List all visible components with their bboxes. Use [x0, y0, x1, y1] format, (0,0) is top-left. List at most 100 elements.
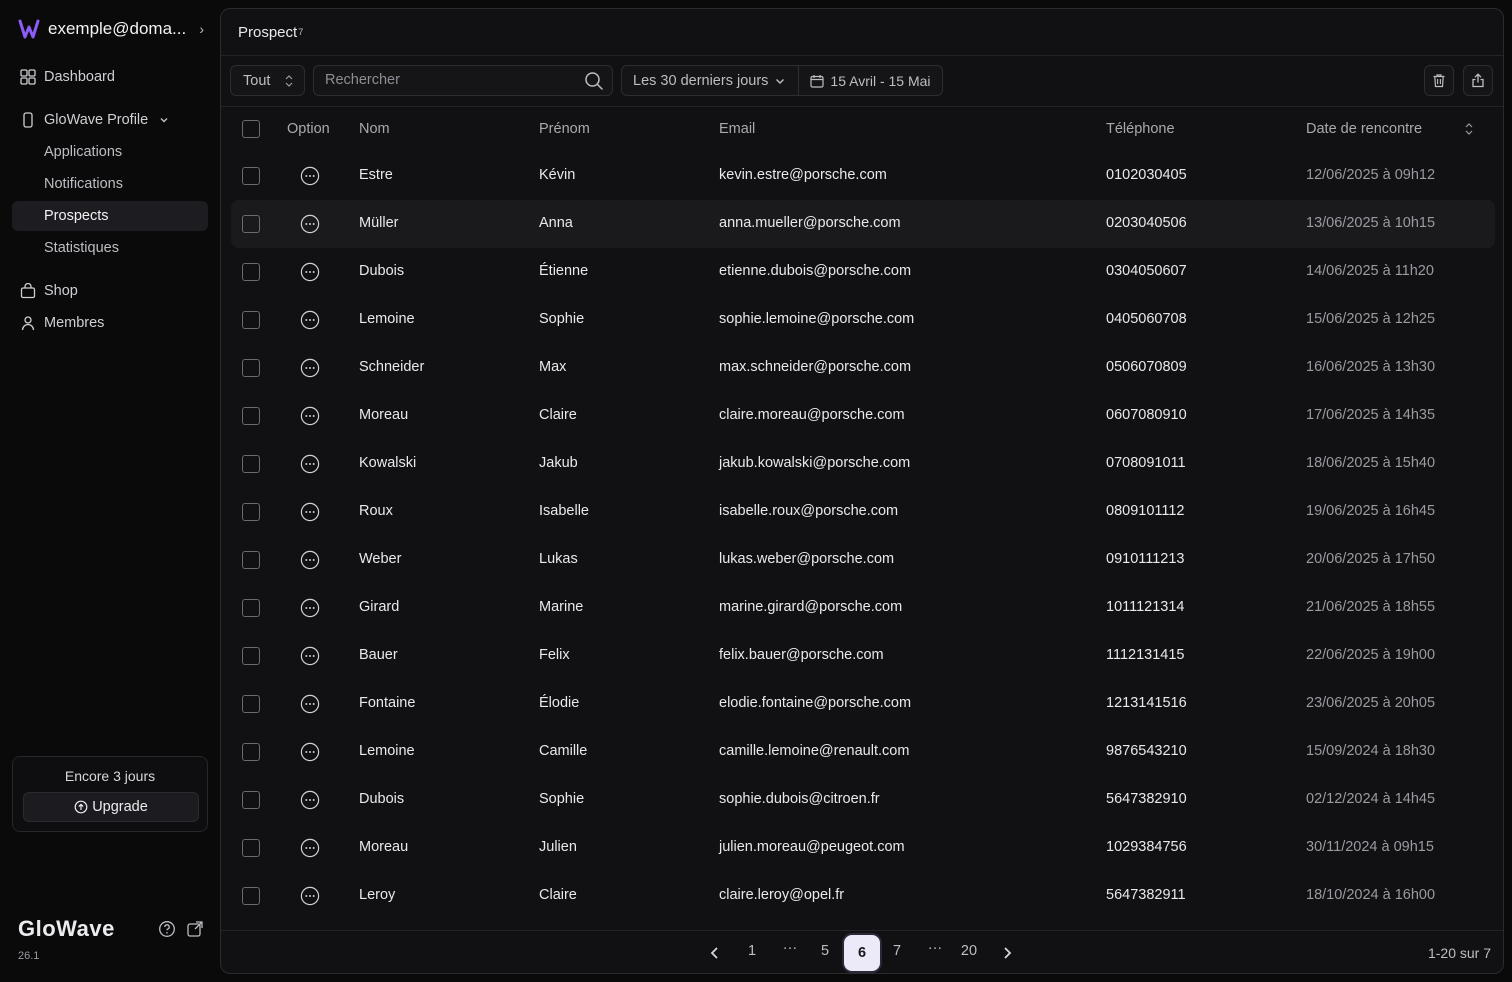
sidebar-item-applications[interactable]: Applications: [12, 137, 208, 167]
trash-icon: [1433, 74, 1445, 88]
column-header-nom[interactable]: Nom: [359, 121, 390, 137]
table-row[interactable]: Roux Isabelle isabelle.roux@porsche.com 080…: [231, 488, 1495, 536]
table-row[interactable]: Moreau Claire claire.moreau@porsche.com 060…: [231, 392, 1495, 440]
more-options-icon[interactable]: [300, 310, 320, 330]
more-options-icon[interactable]: [300, 694, 320, 714]
row-checkbox[interactable]: [242, 887, 260, 905]
more-options-icon[interactable]: [300, 454, 320, 474]
upgrade-button[interactable]: Upgrade: [23, 792, 199, 822]
row-checkbox[interactable]: [242, 791, 260, 809]
account-email: exemple@doma...: [48, 19, 187, 38]
table-row[interactable]: Leroy Claire claire.leroy@opel.fr 564738291…: [231, 872, 1495, 920]
row-checkbox[interactable]: [242, 743, 260, 761]
sidebar-item-notifications[interactable]: Notifications: [12, 169, 208, 199]
table-row[interactable]: Kowalski Jakub jakub.kowalski@porsche.com 0…: [231, 440, 1495, 488]
page-button-1[interactable]: 1: [745, 943, 759, 959]
page-button-7[interactable]: 7: [890, 943, 904, 959]
sort-icon[interactable]: [1464, 122, 1474, 136]
sidebar-item-membres[interactable]: Membres: [12, 308, 208, 338]
page-button-20[interactable]: 20: [958, 943, 980, 959]
help-icon[interactable]: [158, 920, 176, 941]
select-all-checkbox[interactable]: [242, 120, 260, 138]
search-input[interactable]: [325, 72, 575, 88]
table-row[interactable]: Estre Kévin kevin.estre@porsche.com 0102030…: [231, 152, 1495, 200]
table-row[interactable]: Bauer Felix felix.bauer@porsche.com 1112131…: [231, 632, 1495, 680]
row-checkbox[interactable]: [242, 551, 260, 569]
cell-email: elodie.fontaine@porsche.com: [719, 695, 912, 711]
search-field[interactable]: [313, 65, 613, 96]
more-options-icon[interactable]: [300, 166, 320, 186]
table-header: Option Nom Prénom Email Téléphone Date d…: [221, 108, 1503, 152]
filter-select[interactable]: Tout: [230, 65, 305, 96]
sidebar-item-prospects[interactable]: Prospects: [12, 201, 208, 231]
table-row[interactable]: Girard Marine marine.girard@porsche.com 101…: [231, 584, 1495, 632]
row-checkbox[interactable]: [242, 599, 260, 617]
table-row[interactable]: Fontaine Élodie elodie.fontaine@porsche.co…: [231, 680, 1495, 728]
footer-icons: [158, 920, 204, 941]
cell-date: 15/06/2025 à 12h25: [1306, 311, 1436, 327]
cell-date: 30/11/2024 à 09h15: [1306, 839, 1434, 855]
export-button[interactable]: [1463, 65, 1493, 96]
sidebar-item-statistiques[interactable]: Statistiques: [12, 233, 208, 263]
cell-email: sophie.lemoine@porsche.com: [719, 311, 915, 327]
row-checkbox[interactable]: [242, 455, 260, 473]
column-header-prenom[interactable]: Prénom: [539, 121, 590, 137]
cell-nom: Kowalski: [359, 455, 417, 471]
cell-nom: Moreau: [359, 407, 409, 423]
more-options-icon[interactable]: [300, 598, 320, 618]
sidebar-item-dashboard[interactable]: Dashboard: [12, 62, 208, 92]
column-header-telephone[interactable]: Téléphone: [1106, 121, 1175, 137]
more-options-icon[interactable]: [300, 550, 320, 570]
more-options-icon[interactable]: [300, 886, 320, 906]
more-options-icon[interactable]: [300, 646, 320, 666]
chevron-left-icon[interactable]: [709, 945, 721, 961]
cell-prenom: Claire: [539, 407, 577, 423]
row-checkbox[interactable]: [242, 215, 260, 233]
more-options-icon[interactable]: [300, 790, 320, 810]
cell-nom: Moreau: [359, 839, 409, 855]
trial-days-left: Encore 3 jours: [64, 768, 156, 784]
more-options-icon[interactable]: [300, 262, 320, 282]
external-link-icon[interactable]: [186, 920, 204, 941]
cell-email: marine.girard@porsche.com: [719, 599, 903, 615]
more-options-icon[interactable]: [300, 502, 320, 522]
cell-date: 18/06/2025 à 15h40: [1306, 455, 1436, 471]
period-select[interactable]: Les 30 derniers jours: [622, 66, 800, 95]
row-checkbox[interactable]: [242, 359, 260, 377]
row-checkbox[interactable]: [242, 263, 260, 281]
table-row[interactable]: Lemoine Sophie sophie.lemoine@porsche.com 0…: [231, 296, 1495, 344]
cell-date: 16/06/2025 à 13h30: [1306, 359, 1436, 375]
search-icon[interactable]: [584, 71, 604, 91]
table-row[interactable]: Moreau Julien julien.moreau@peugeot.com 102…: [231, 824, 1495, 872]
table-row[interactable]: Dubois Sophie sophie.dubois@citroen.fr 5647…: [231, 776, 1495, 824]
cell-date: 22/06/2025 à 19h00: [1306, 647, 1436, 663]
row-checkbox[interactable]: [242, 695, 260, 713]
row-checkbox[interactable]: [242, 839, 260, 857]
row-checkbox[interactable]: [242, 167, 260, 185]
row-checkbox[interactable]: [242, 311, 260, 329]
more-options-icon[interactable]: [300, 742, 320, 762]
row-checkbox[interactable]: [242, 647, 260, 665]
page-button-5[interactable]: 5: [818, 943, 832, 959]
row-checkbox[interactable]: [242, 503, 260, 521]
table-row[interactable]: Dubois Étienne etienne.dubois@porsche.com 0…: [231, 248, 1495, 296]
table-row[interactable]: Weber Lukas lukas.weber@porsche.com 0910111…: [231, 536, 1495, 584]
sidebar-item-shop[interactable]: Shop: [12, 276, 208, 306]
more-options-icon[interactable]: [300, 214, 320, 234]
account-switcher[interactable]: exemple@doma... ›: [18, 16, 204, 42]
cell-nom: Roux: [359, 503, 393, 519]
table-row[interactable]: Müller Anna anna.mueller@porsche.com 020304…: [231, 200, 1495, 248]
more-options-icon[interactable]: [300, 838, 320, 858]
date-range-button[interactable]: 15 Avril - 15 Mai: [799, 73, 941, 89]
column-header-date[interactable]: Date de rencontre: [1306, 121, 1422, 137]
chevron-right-icon[interactable]: [1001, 945, 1013, 961]
row-checkbox[interactable]: [242, 407, 260, 425]
page-button-current[interactable]: 6: [844, 935, 880, 971]
table-row[interactable]: Schneider Max max.schneider@porsche.com 050…: [231, 344, 1495, 392]
column-header-email[interactable]: Email: [719, 121, 755, 137]
table-row[interactable]: Lemoine Camille camille.lemoine@renault.co…: [231, 728, 1495, 776]
delete-button[interactable]: [1424, 65, 1454, 96]
more-options-icon[interactable]: [300, 406, 320, 426]
sidebar-item-glowave-profile[interactable]: GloWave Profile: [12, 105, 208, 135]
more-options-icon[interactable]: [300, 358, 320, 378]
